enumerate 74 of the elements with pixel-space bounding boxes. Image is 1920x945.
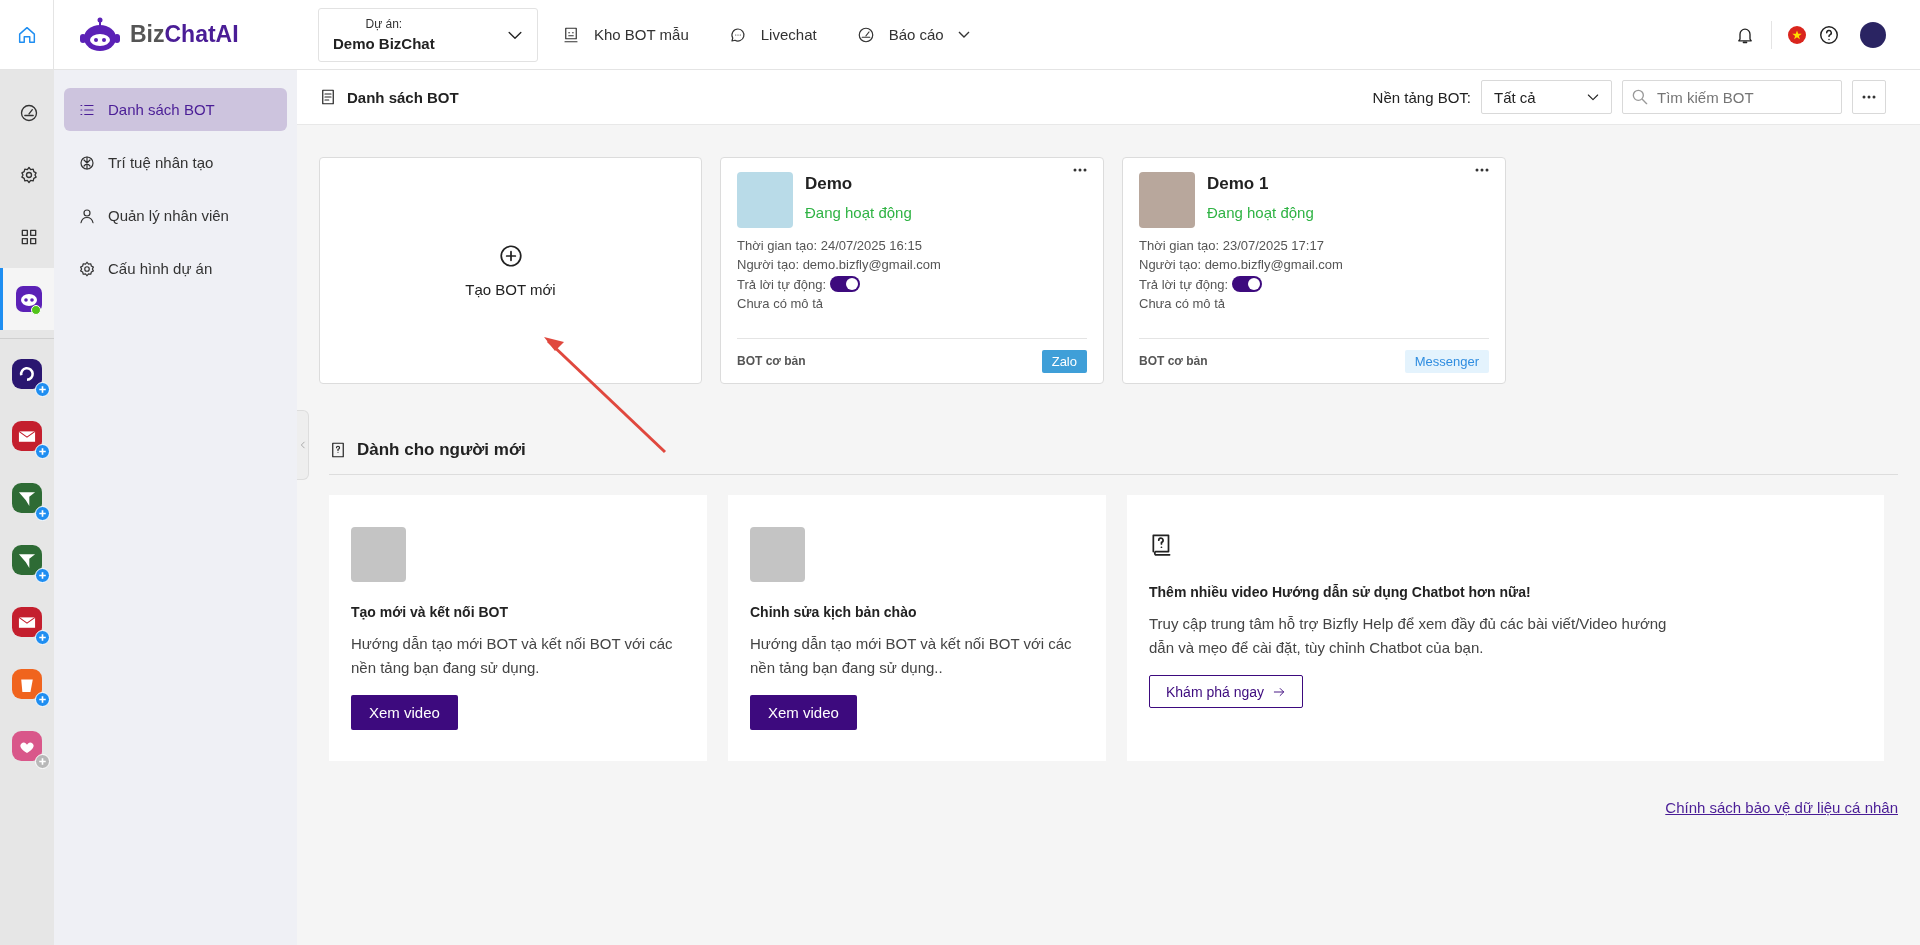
collapse-handle[interactable] [297, 410, 309, 480]
bot-type: BOT cơ bản [1139, 354, 1208, 368]
watch-video-button[interactable]: Xem video [351, 695, 458, 730]
logo-text: BizChatAI [130, 21, 239, 48]
bot-status: Đang hoạt động [805, 204, 912, 221]
watch-video-button[interactable]: Xem video [750, 695, 857, 730]
ellipsis-icon [1862, 95, 1876, 99]
online-dot [31, 305, 41, 315]
flag-icon [1788, 25, 1806, 44]
bot-status: Đang hoạt động [1207, 204, 1314, 221]
guide-text: Hướng dẫn tạo mới BOT và kết nối BOT với các nền tảng bạn đang sử dụng.. [750, 634, 1073, 678]
image-placeholder [351, 527, 406, 582]
sidebar-item[interactable]: Cấu hình dự án [64, 247, 287, 290]
explore-button[interactable]: Khám phá ngay [1149, 675, 1304, 708]
created-time: Thời gian tạo: 24/07/2025 16:15 [737, 238, 923, 253]
nav-link[interactable]: Livechat [728, 25, 817, 44]
guide-title: Thêm nhiều video Hướng dẫn sử dụng Chatbot hơn nữa! [1149, 584, 1532, 600]
settings-icon [78, 259, 96, 278]
nav-link[interactable]: Báo cáo [856, 25, 970, 44]
settings-icon [18, 165, 39, 185]
bot-name: Demo [805, 174, 854, 194]
ai-icon [78, 153, 96, 172]
gauge-icon [18, 103, 39, 123]
create-bot-card[interactable]: Tạo BOT mới [319, 157, 702, 384]
document-icon [319, 88, 337, 106]
book-question-icon [329, 441, 347, 459]
photo-placeholder [1139, 172, 1195, 228]
auto-reply-toggle[interactable] [830, 276, 860, 292]
platform-select[interactable]: Tất cả [1481, 80, 1612, 114]
robot-icon [15, 286, 42, 312]
auto-reply-label: Trả lời tự động: [737, 276, 826, 292]
app-icon[interactable] [12, 359, 42, 389]
creator-text: Người tạo: demo.bizfly@gmail.com [1139, 257, 1344, 272]
project-select[interactable]: Dự án: Demo BizChat [318, 7, 538, 62]
auto-reply-toggle[interactable] [1232, 276, 1262, 292]
gauge-icon [856, 25, 875, 44]
chat-icon [728, 25, 747, 44]
app-icon[interactable] [12, 545, 42, 575]
platform-tag: Messenger [1404, 349, 1489, 373]
more-button[interactable] [1071, 166, 1089, 174]
nav-link[interactable]: Kho BOT mẫu [562, 25, 689, 44]
guide-title: Chỉnh sửa kịch bản chào [750, 604, 918, 620]
image-placeholder [750, 527, 805, 582]
auto-reply-label: Trả lời tự động: [1139, 276, 1228, 292]
guide-title: Tạo mới và kết nối BOT [351, 604, 509, 620]
sidebar-item[interactable]: Quản lý nhân viên [64, 194, 287, 237]
bot-template-icon [562, 25, 580, 44]
ellipsis-icon [1073, 168, 1087, 172]
bot-name: Demo 1 [1207, 174, 1270, 194]
app-icon[interactable] [12, 483, 42, 513]
guide-text: Hướng dẫn tạo mới BOT và kết nối BOT với các nền tảng bạn đang sử dụng. [351, 634, 674, 678]
page-title: Danh sách BOT [347, 88, 459, 106]
section-title: Dành cho người mới [357, 440, 526, 460]
description-text: Chưa có mô tả [737, 296, 825, 311]
sidebar-item[interactable]: Danh sách BOT [64, 88, 287, 131]
user-avatar[interactable] [1860, 21, 1886, 48]
description-text: Chưa có mô tả [1139, 296, 1227, 311]
robot-logo-icon [78, 16, 122, 53]
more-button[interactable] [1473, 166, 1491, 174]
sidebar-item[interactable]: Trí tuệ nhân tạo [64, 141, 287, 184]
created-time: Thời gian tạo: 23/07/2025 17:17 [1139, 238, 1325, 253]
guide-text: Truy cập trung tâm hỗ trợ Bizfly Help để xem đầy đủ các bài viết/Video hướng dẫn và mẹo để cài đặt, tùy chỉnh Chatbot của bạn. [1149, 614, 1668, 658]
bot-type: BOT cơ bản [737, 354, 806, 368]
ellipsis-icon [1475, 168, 1489, 172]
user-icon [78, 206, 96, 225]
policy-link[interactable]: Chính sách bảo vệ dữ liệu cá nhân [1665, 799, 1898, 816]
plus-circle-icon [497, 243, 524, 269]
search-icon [1630, 87, 1650, 107]
filter-label: Nền tảng BOT: [1372, 88, 1471, 106]
creator-text: Người tạo: demo.bizfly@gmail.com [737, 257, 942, 272]
search-field[interactable]: Tìm kiếm BOT [1622, 80, 1842, 114]
help-icon [1818, 23, 1840, 46]
platform-tag: Zalo [1041, 349, 1087, 373]
photo-placeholder [737, 172, 793, 228]
